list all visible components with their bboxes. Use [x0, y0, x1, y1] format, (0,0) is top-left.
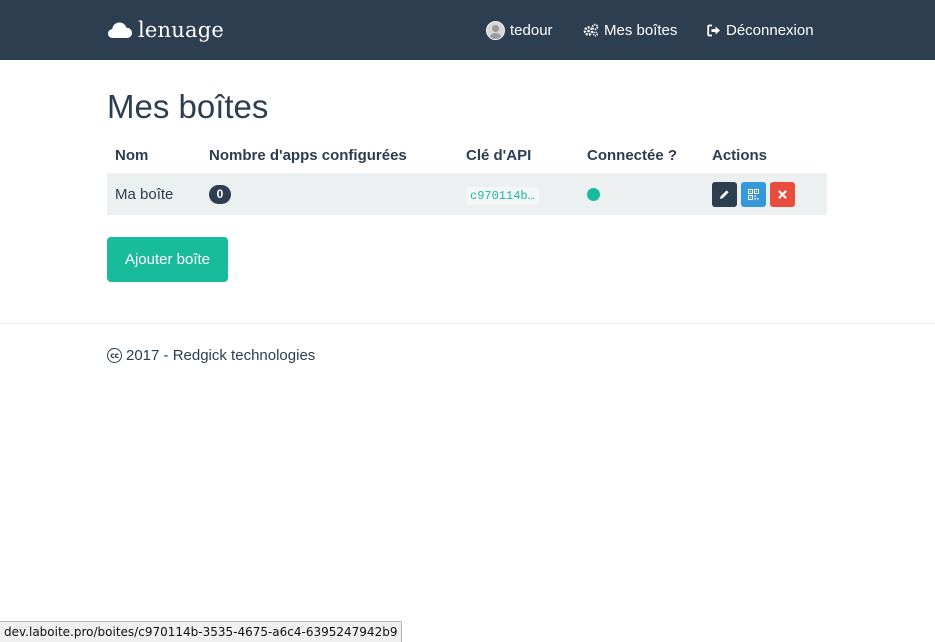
- browser-status-bar: dev.laboite.pro/boites/c970114b-3535-467…: [0, 621, 403, 642]
- edit-box-button[interactable]: [712, 181, 737, 207]
- api-key-value: c970114b…: [466, 186, 539, 205]
- footer: cc 2017 - Redgick technologies: [107, 345, 315, 365]
- cloud-icon: [107, 21, 133, 39]
- pencil-icon: [720, 189, 729, 199]
- column-header-actions: Actions: [712, 146, 768, 164]
- creative-commons-icon: cc: [107, 347, 122, 363]
- nav-my-boxes-label: Mes boîtes: [604, 21, 678, 39]
- brand-name: lenuage: [138, 18, 224, 42]
- row-actions: [712, 181, 819, 207]
- apps-count-badge: 0: [209, 184, 231, 204]
- boxes-table: Nom Nombre d'apps configurées Clé d'API …: [107, 137, 827, 215]
- table-header-row: Nom Nombre d'apps configurées Clé d'API …: [107, 137, 827, 173]
- column-header-connected: Connectée ?: [587, 146, 678, 164]
- avatar: [486, 20, 505, 40]
- footer-divider: [0, 323, 935, 324]
- add-box-button[interactable]: Ajouter boîte: [107, 237, 228, 282]
- nav-my-boxes[interactable]: Mes boîtes: [583, 19, 677, 41]
- nav-logout[interactable]: Déconnexion: [707, 19, 814, 41]
- nav-user-label: tedour: [510, 21, 553, 39]
- column-header-apps: Nombre d'apps configurées: [209, 146, 407, 164]
- sign-out-icon: [707, 24, 721, 37]
- top-navbar: lenuage tedour Mes boîtes Déconnexion: [0, 0, 935, 60]
- footer-text: 2017 - Redgick technologies: [126, 346, 316, 364]
- brand-link[interactable]: lenuage: [107, 14, 224, 46]
- qr-code-button[interactable]: [741, 181, 766, 207]
- column-header-name: Nom: [115, 146, 149, 164]
- page-title: Mes boîtes: [107, 88, 269, 125]
- close-icon: [778, 189, 787, 199]
- status-url: dev.laboite.pro/boites/c970114b-3535-467…: [4, 625, 398, 639]
- box-name: Ma boîte: [107, 173, 201, 215]
- qr-code-icon: [748, 188, 759, 200]
- column-header-api-key: Clé d'API: [466, 146, 532, 164]
- gears-icon: [583, 23, 599, 37]
- connected-status-dot: [587, 188, 600, 202]
- nav-logout-label: Déconnexion: [726, 21, 814, 39]
- table-row: Ma boîte 0 c970114b…: [107, 173, 827, 215]
- nav-user[interactable]: tedour: [486, 19, 553, 41]
- delete-box-button[interactable]: [770, 181, 795, 207]
